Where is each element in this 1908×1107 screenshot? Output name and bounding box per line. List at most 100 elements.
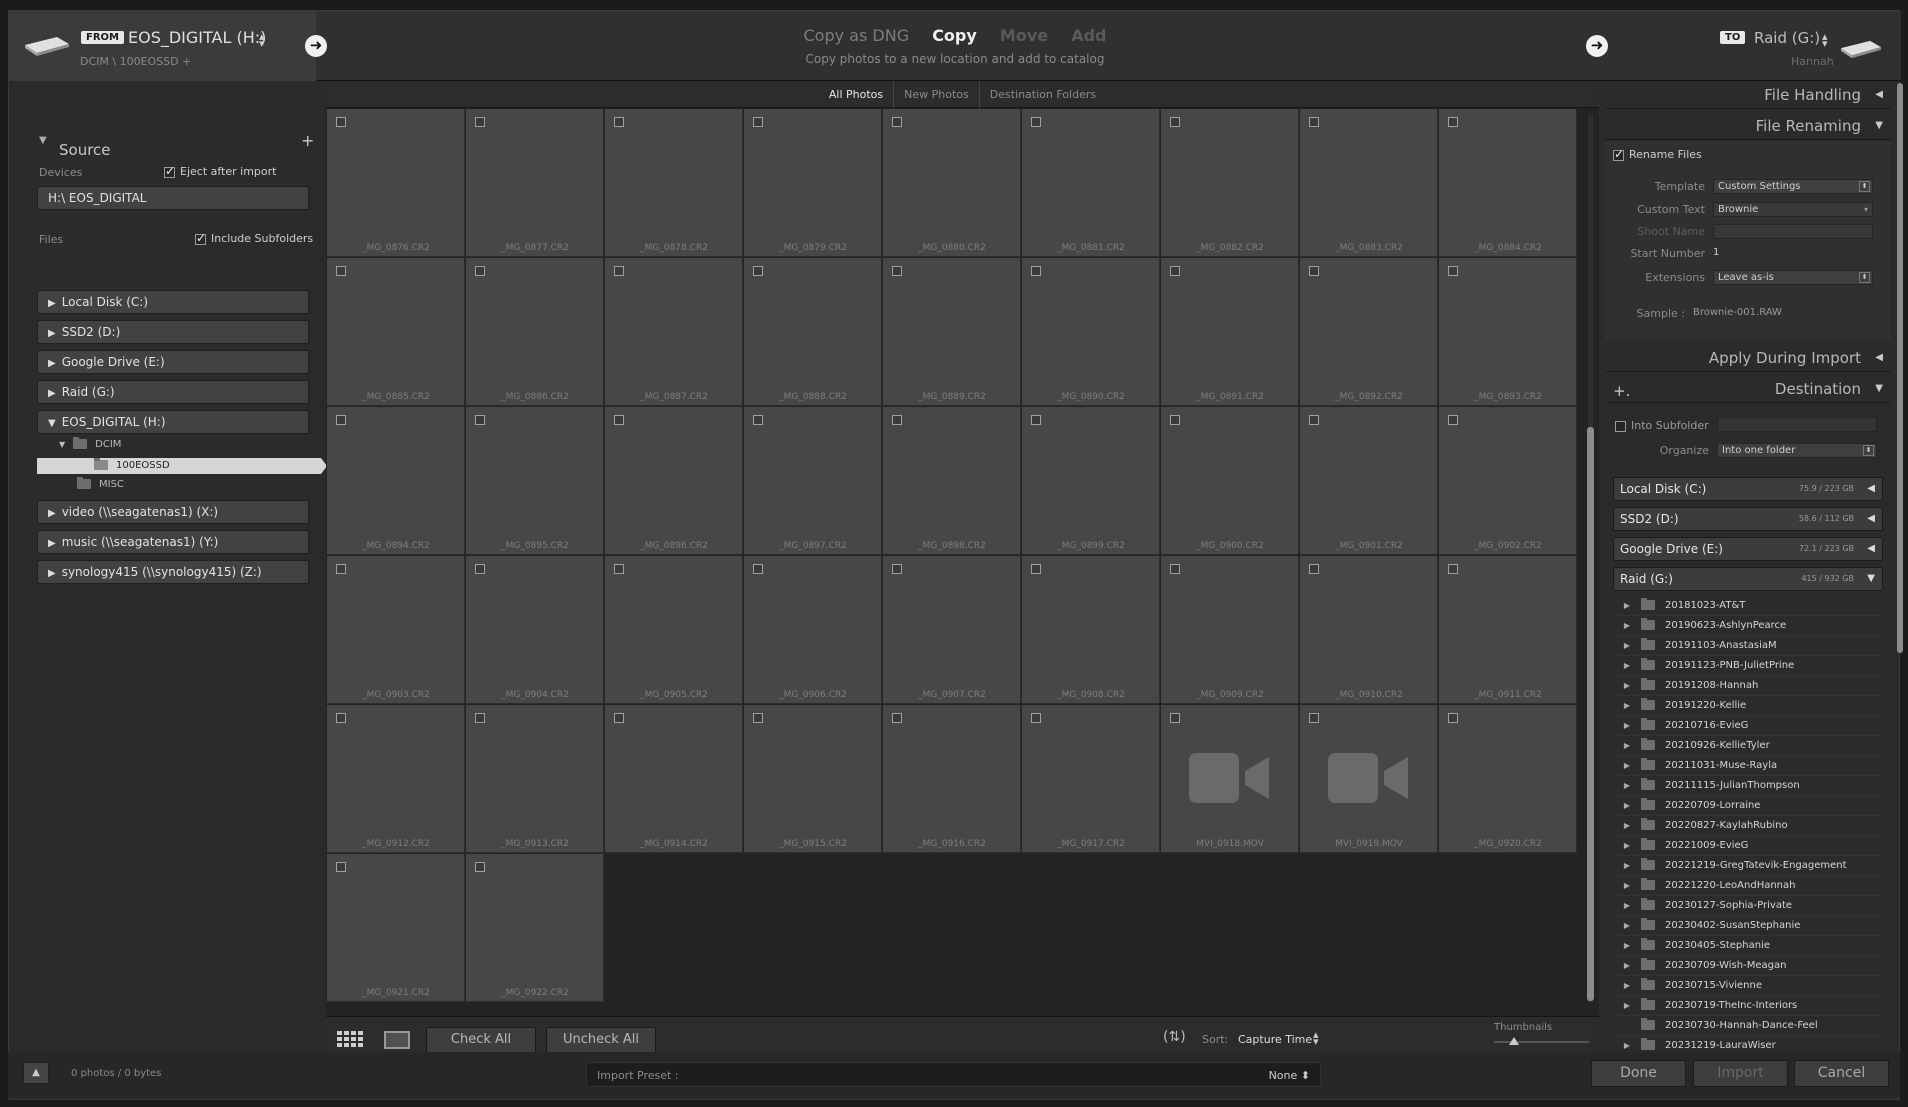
expand-triangle-icon[interactable]: ◀ [1875, 344, 1883, 372]
photo-checkbox[interactable] [1448, 415, 1458, 425]
tab-destination-folders[interactable]: Destination Folders [980, 81, 1106, 108]
expand-triangle-icon[interactable]: ◀ [1867, 508, 1875, 530]
photo-thumbnail[interactable]: _MG_0906.CR2 [744, 556, 882, 704]
mode-move[interactable]: Move [1000, 26, 1048, 45]
photo-checkbox[interactable] [1309, 564, 1319, 574]
collapse-triangle-icon[interactable]: ▼ [1875, 375, 1883, 403]
dropdown-arrow-icon[interactable]: ▾ [1864, 203, 1868, 216]
expand-triangle-icon[interactable]: ◀ [1867, 478, 1875, 500]
photo-thumbnail[interactable]: _MG_0905.CR2 [605, 556, 743, 704]
photo-thumbnail[interactable]: _MG_0917.CR2 [1022, 705, 1160, 853]
destination-folder-item[interactable]: ▶ 20211031-Muse-Rayla [1613, 756, 1883, 776]
destination-folder-item[interactable]: ▶ 20191220-Kellie [1613, 696, 1883, 716]
photo-thumbnail[interactable]: _MG_0887.CR2 [605, 258, 743, 406]
custom-text-input[interactable]: Brownie ▾ [1713, 202, 1873, 217]
photo-thumbnail[interactable]: _MG_0907.CR2 [883, 556, 1021, 704]
expand-triangle-icon[interactable]: ▶ [1613, 896, 1641, 916]
template-select[interactable]: Custom Settings ⬍ [1713, 179, 1873, 194]
expand-triangle-icon[interactable]: ▶ [1613, 636, 1641, 656]
photo-checkbox[interactable] [1448, 117, 1458, 127]
photo-checkbox[interactable] [614, 415, 624, 425]
photo-thumbnail[interactable]: _MG_0898.CR2 [883, 407, 1021, 555]
photo-thumbnail[interactable]: _MG_0880.CR2 [883, 109, 1021, 257]
destination-header[interactable]: Destination ▼ [1605, 375, 1891, 403]
checkbox-checked-icon[interactable] [164, 164, 175, 178]
start-number-value[interactable]: 1 [1713, 247, 1719, 258]
photo-thumbnail[interactable]: _MG_0889.CR2 [883, 258, 1021, 406]
expand-triangle-icon[interactable]: ▶ [1613, 976, 1641, 996]
photo-checkbox[interactable] [1309, 117, 1319, 127]
collapse-triangle-icon[interactable]: ▼ [48, 418, 56, 429]
drive-item-eos-digital-h[interactable]: ▼ EOS_DIGITAL (H:) [37, 410, 309, 434]
destination-folder-item[interactable]: ▶ 20230402-SusanStephanie [1613, 916, 1883, 936]
photo-thumbnail[interactable]: _MG_0922.CR2 [466, 854, 604, 1002]
uncheck-all-button[interactable]: Uncheck All [546, 1027, 656, 1053]
mode-copy-as-dng[interactable]: Copy as DNG [804, 26, 910, 45]
photo-thumbnail[interactable]: _MG_0901.CR2 [1300, 407, 1438, 555]
photo-checkbox[interactable] [753, 117, 763, 127]
tree-folder-dcim[interactable]: ▼ DCIM [59, 437, 121, 450]
photo-thumbnail[interactable]: _MG_0897.CR2 [744, 407, 882, 555]
destination-select-icon[interactable]: ▴ ▾ [1822, 31, 1828, 49]
photo-thumbnail[interactable]: _MG_0881.CR2 [1022, 109, 1160, 257]
photo-checkbox[interactable] [753, 415, 763, 425]
photo-checkbox[interactable] [1031, 564, 1041, 574]
destination-folder-item[interactable]: ▶ 20230127-Sophia-Private [1613, 896, 1883, 916]
grid-view-icon[interactable] [337, 1031, 365, 1051]
destination-folder-item[interactable]: ▶ 20191123-PNB-JulietPrine [1613, 656, 1883, 676]
photo-thumbnail[interactable]: _MG_0877.CR2 [466, 109, 604, 257]
photo-checkbox[interactable] [475, 862, 485, 872]
import-preset-select[interactable]: Import Preset : None ⬍ [586, 1062, 1321, 1087]
add-source-icon[interactable]: + [301, 131, 314, 150]
photo-thumbnail[interactable]: _MG_0920.CR2 [1439, 705, 1577, 853]
destination-folder-item[interactable]: ▶ 20221009-EvieG [1613, 836, 1883, 856]
photo-thumbnail[interactable]: _MG_0882.CR2 [1161, 109, 1299, 257]
destination-drive-name[interactable]: Raid (G:) [1754, 29, 1820, 47]
photo-checkbox[interactable] [336, 117, 346, 127]
photo-thumbnail[interactable]: _MG_0912.CR2 [327, 705, 465, 853]
destination-folder-item[interactable]: ▶ 20210926-KellieTyler [1613, 736, 1883, 756]
destination-folder-item[interactable]: ▶ 20220827-KaylahRubino [1613, 816, 1883, 836]
expand-triangle-icon[interactable]: ▶ [1613, 836, 1641, 856]
photo-checkbox[interactable] [614, 713, 624, 723]
drive-item-raid-g[interactable]: ▶ Raid (G:) [37, 380, 309, 404]
eject-after-import-checkbox[interactable]: Eject after import [164, 164, 276, 178]
expand-triangle-icon[interactable]: ▶ [1613, 856, 1641, 876]
destination-folder-item[interactable]: 20230730-Hannah-Dance-Feel [1613, 1016, 1883, 1036]
photo-thumbnail[interactable]: _MG_0885.CR2 [327, 258, 465, 406]
photo-thumbnail[interactable]: MVI_0919.MOV [1300, 705, 1438, 853]
photo-thumbnail[interactable]: _MG_0895.CR2 [466, 407, 604, 555]
photo-thumbnail[interactable]: _MG_0903.CR2 [327, 556, 465, 704]
expand-triangle-icon[interactable]: ▶ [1613, 776, 1641, 796]
slider-handle[interactable] [1509, 1037, 1519, 1045]
expand-triangle-icon[interactable]: ▶ [1613, 876, 1641, 896]
photo-checkbox[interactable] [1031, 713, 1041, 723]
photo-thumbnail[interactable]: _MG_0886.CR2 [466, 258, 604, 406]
photo-checkbox[interactable] [892, 266, 902, 276]
expand-triangle-icon[interactable]: ▶ [1613, 716, 1641, 736]
photo-checkbox[interactable] [475, 415, 485, 425]
organize-select[interactable]: Into one folder ⬍ [1717, 443, 1877, 458]
photo-thumbnail[interactable]: _MG_0914.CR2 [605, 705, 743, 853]
photo-thumbnail[interactable]: _MG_0878.CR2 [605, 109, 743, 257]
destination-folder-item[interactable]: ▶ 20190623-AshlynPearce [1613, 616, 1883, 636]
mode-add[interactable]: Add [1071, 26, 1106, 45]
photo-thumbnail[interactable]: _MG_0883.CR2 [1300, 109, 1438, 257]
check-all-button[interactable]: Check All [426, 1027, 536, 1053]
dest-drive-ssd2-d[interactable]: SSD2 (D:) 58.6 / 112 GB ◀ [1613, 507, 1883, 531]
photo-checkbox[interactable] [1448, 266, 1458, 276]
photo-thumbnail[interactable]: _MG_0915.CR2 [744, 705, 882, 853]
photo-thumbnail[interactable]: _MG_0891.CR2 [1161, 258, 1299, 406]
subfolder-name-input[interactable] [1717, 417, 1877, 432]
photo-thumbnail[interactable]: _MG_0890.CR2 [1022, 258, 1160, 406]
photo-checkbox[interactable] [336, 415, 346, 425]
photo-checkbox[interactable] [753, 713, 763, 723]
photo-thumbnail[interactable]: _MG_0893.CR2 [1439, 258, 1577, 406]
shoot-name-input[interactable] [1713, 224, 1873, 239]
dest-drive-local-disk-c[interactable]: Local Disk (C:) 75.9 / 223 GB ◀ [1613, 477, 1883, 501]
photo-checkbox[interactable] [614, 266, 624, 276]
photo-checkbox[interactable] [336, 564, 346, 574]
drive-item-music-y[interactable]: ▶ music (\\seagatenas1) (Y:) [37, 530, 309, 554]
photo-checkbox[interactable] [1448, 713, 1458, 723]
expand-triangle-icon[interactable]: ▶ [1613, 816, 1641, 836]
